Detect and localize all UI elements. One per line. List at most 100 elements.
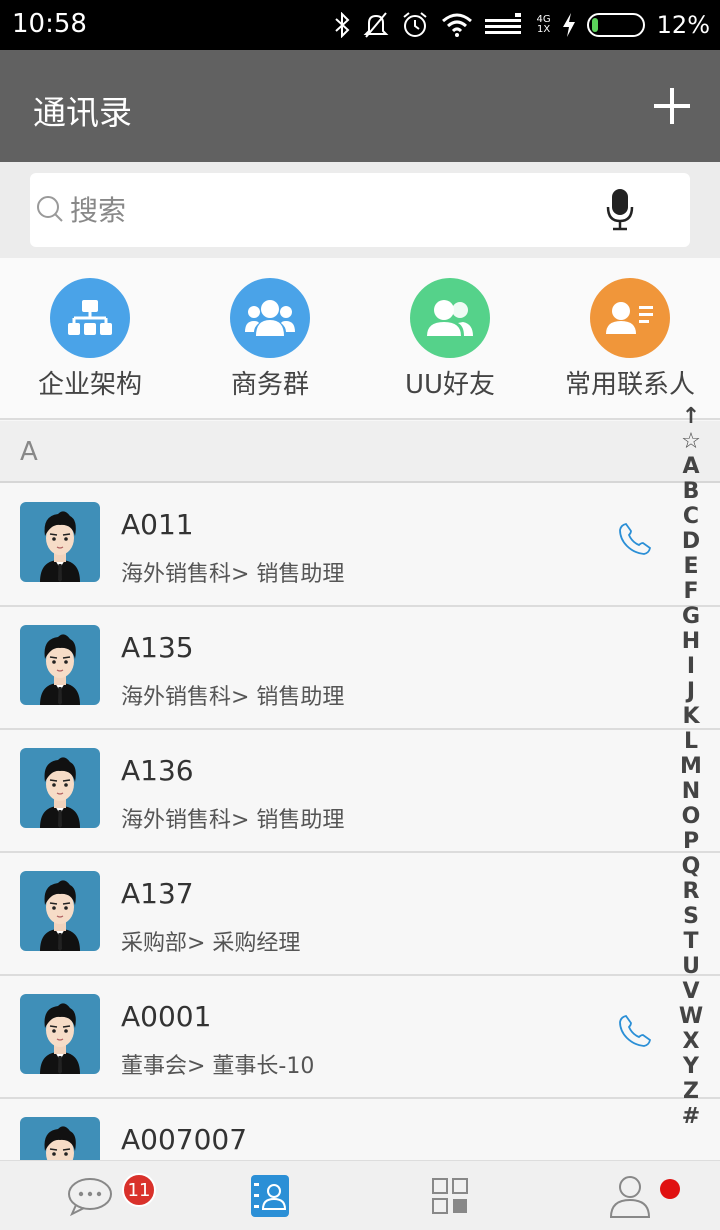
index-letter[interactable]: G xyxy=(676,604,706,629)
contact-name: A0001 xyxy=(121,1000,212,1033)
index-letter[interactable]: T xyxy=(676,929,706,954)
index-letter[interactable]: R xyxy=(676,879,706,904)
chat-bubble-icon xyxy=(68,1178,112,1216)
index-letter[interactable]: P xyxy=(676,829,706,854)
index-letter[interactable]: U xyxy=(676,954,706,979)
alphabet-index[interactable]: ↑ ☆ A B C D E F G H I J K L M N O P Q R S T U V W X Y Z # xyxy=(676,404,706,1129)
signal-icon xyxy=(484,9,525,41)
quick-uu-friends[interactable]: UU好友 xyxy=(360,278,540,401)
apps-grid-icon xyxy=(432,1178,468,1214)
avatar xyxy=(20,625,100,705)
contact-name: A135 xyxy=(121,631,194,664)
index-letter[interactable]: M xyxy=(676,754,706,779)
bottom-nav: 11 xyxy=(0,1160,720,1230)
index-letter[interactable]: O xyxy=(676,804,706,829)
search-icon xyxy=(37,196,63,222)
index-letter[interactable]: Q xyxy=(676,854,706,879)
quick-business-group-label: 商务群 xyxy=(230,370,309,400)
contact-row[interactable]: A135 海外销售科> 销售助理 xyxy=(0,607,720,730)
contact-name: A011 xyxy=(121,508,194,541)
status-bar: 10:58 4G 1X 12% xyxy=(0,0,720,50)
index-letter[interactable]: J xyxy=(676,679,706,704)
index-letter[interactable]: ☆ xyxy=(676,429,706,454)
alarm-icon xyxy=(401,9,429,41)
quick-org-structure-label: 企业架构 xyxy=(37,370,142,400)
contact-list: A011 海外销售科> 销售助理 A135 海外销售科> 销售助理 A136 海… xyxy=(0,484,720,1160)
index-letter[interactable]: K xyxy=(676,704,706,729)
index-letter[interactable]: Y xyxy=(676,1054,706,1079)
contact-row[interactable]: A007007 xyxy=(0,1099,720,1160)
quick-business-group[interactable]: 商务群 xyxy=(180,278,360,401)
wifi-icon xyxy=(441,9,473,41)
status-icons: 4G 1X 12% xyxy=(333,9,710,41)
battery-percent: 12% xyxy=(656,11,710,39)
contact-department: 采购部> 采购经理 xyxy=(121,931,301,956)
index-letter[interactable]: S xyxy=(676,904,706,929)
bluetooth-icon xyxy=(333,9,351,41)
messages-badge: 11 xyxy=(122,1173,156,1207)
index-letter[interactable]: X xyxy=(676,1029,706,1054)
group-icon xyxy=(230,278,310,358)
contact-row[interactable]: A137 采购部> 采购经理 xyxy=(0,853,720,976)
contact-row[interactable]: A011 海外销售科> 销售助理 xyxy=(0,484,720,607)
profile-icon xyxy=(609,1176,651,1218)
section-letter: A xyxy=(20,437,38,467)
contacts-book-icon xyxy=(251,1175,289,1217)
index-letter[interactable]: H xyxy=(676,629,706,654)
nav-profile[interactable] xyxy=(605,1173,655,1219)
phone-icon[interactable] xyxy=(618,1014,652,1048)
index-letter[interactable]: ↑ xyxy=(676,404,706,429)
index-letter[interactable]: E xyxy=(676,554,706,579)
page-title: 通讯录 xyxy=(33,93,132,132)
avatar xyxy=(20,994,100,1074)
nav-contacts[interactable] xyxy=(245,1173,295,1219)
search-input[interactable] xyxy=(70,187,610,233)
friends-icon xyxy=(410,278,490,358)
phone-icon[interactable] xyxy=(618,522,652,556)
index-letter[interactable]: # xyxy=(676,1104,706,1129)
contact-department: 海外销售科> 销售助理 xyxy=(121,685,345,710)
contact-department: 海外销售科> 销售助理 xyxy=(121,808,345,833)
index-letter[interactable]: V xyxy=(676,979,706,1004)
contact-row[interactable]: A136 海外销售科> 销售助理 xyxy=(0,730,720,853)
add-icon[interactable] xyxy=(654,88,690,124)
index-letter[interactable]: N xyxy=(676,779,706,804)
index-letter[interactable]: L xyxy=(676,729,706,754)
index-letter[interactable]: B xyxy=(676,479,706,504)
index-letter[interactable]: W xyxy=(676,1004,706,1029)
search-box[interactable] xyxy=(30,173,690,247)
index-letter[interactable]: A xyxy=(676,454,706,479)
contact-name: A007007 xyxy=(121,1123,248,1156)
search-bar-container xyxy=(0,162,720,258)
status-time: 10:58 xyxy=(12,9,87,39)
quick-frequent-contacts[interactable]: 常用联系人 xyxy=(540,278,720,401)
quick-org-structure[interactable]: 企业架构 xyxy=(0,278,180,401)
contact-name: A137 xyxy=(121,877,194,910)
profile-notification-dot xyxy=(660,1179,680,1199)
quick-frequent-contacts-label: 常用联系人 xyxy=(564,370,695,400)
microphone-icon[interactable] xyxy=(606,187,634,231)
contact-department: 董事会> 董事长-10 xyxy=(121,1054,315,1079)
index-letter[interactable]: F xyxy=(676,579,706,604)
contact-row[interactable]: A0001 董事会> 董事长-10 xyxy=(0,976,720,1099)
index-letter[interactable]: Z xyxy=(676,1079,706,1104)
contact-card-icon xyxy=(590,278,670,358)
index-letter[interactable]: D xyxy=(676,529,706,554)
quick-uu-friends-label: UU好友 xyxy=(404,370,496,400)
contact-department: 海外销售科> 销售助理 xyxy=(121,562,345,587)
charging-icon xyxy=(562,9,575,41)
nav-messages[interactable] xyxy=(65,1173,115,1219)
bell-muted-icon xyxy=(363,9,389,41)
app-header: 通讯录 xyxy=(0,50,720,162)
avatar xyxy=(20,502,100,582)
battery-icon xyxy=(586,9,645,41)
section-header: A xyxy=(0,421,720,483)
index-letter[interactable]: I xyxy=(676,654,706,679)
contact-name: A136 xyxy=(121,754,194,787)
quick-access: 企业架构 商务群 UU好友 常用联系人 xyxy=(0,258,720,420)
avatar xyxy=(20,871,100,951)
index-letter[interactable]: C xyxy=(676,504,706,529)
avatar xyxy=(20,748,100,828)
nav-apps[interactable] xyxy=(425,1173,475,1219)
network-type: 4G 1X xyxy=(536,14,551,35)
